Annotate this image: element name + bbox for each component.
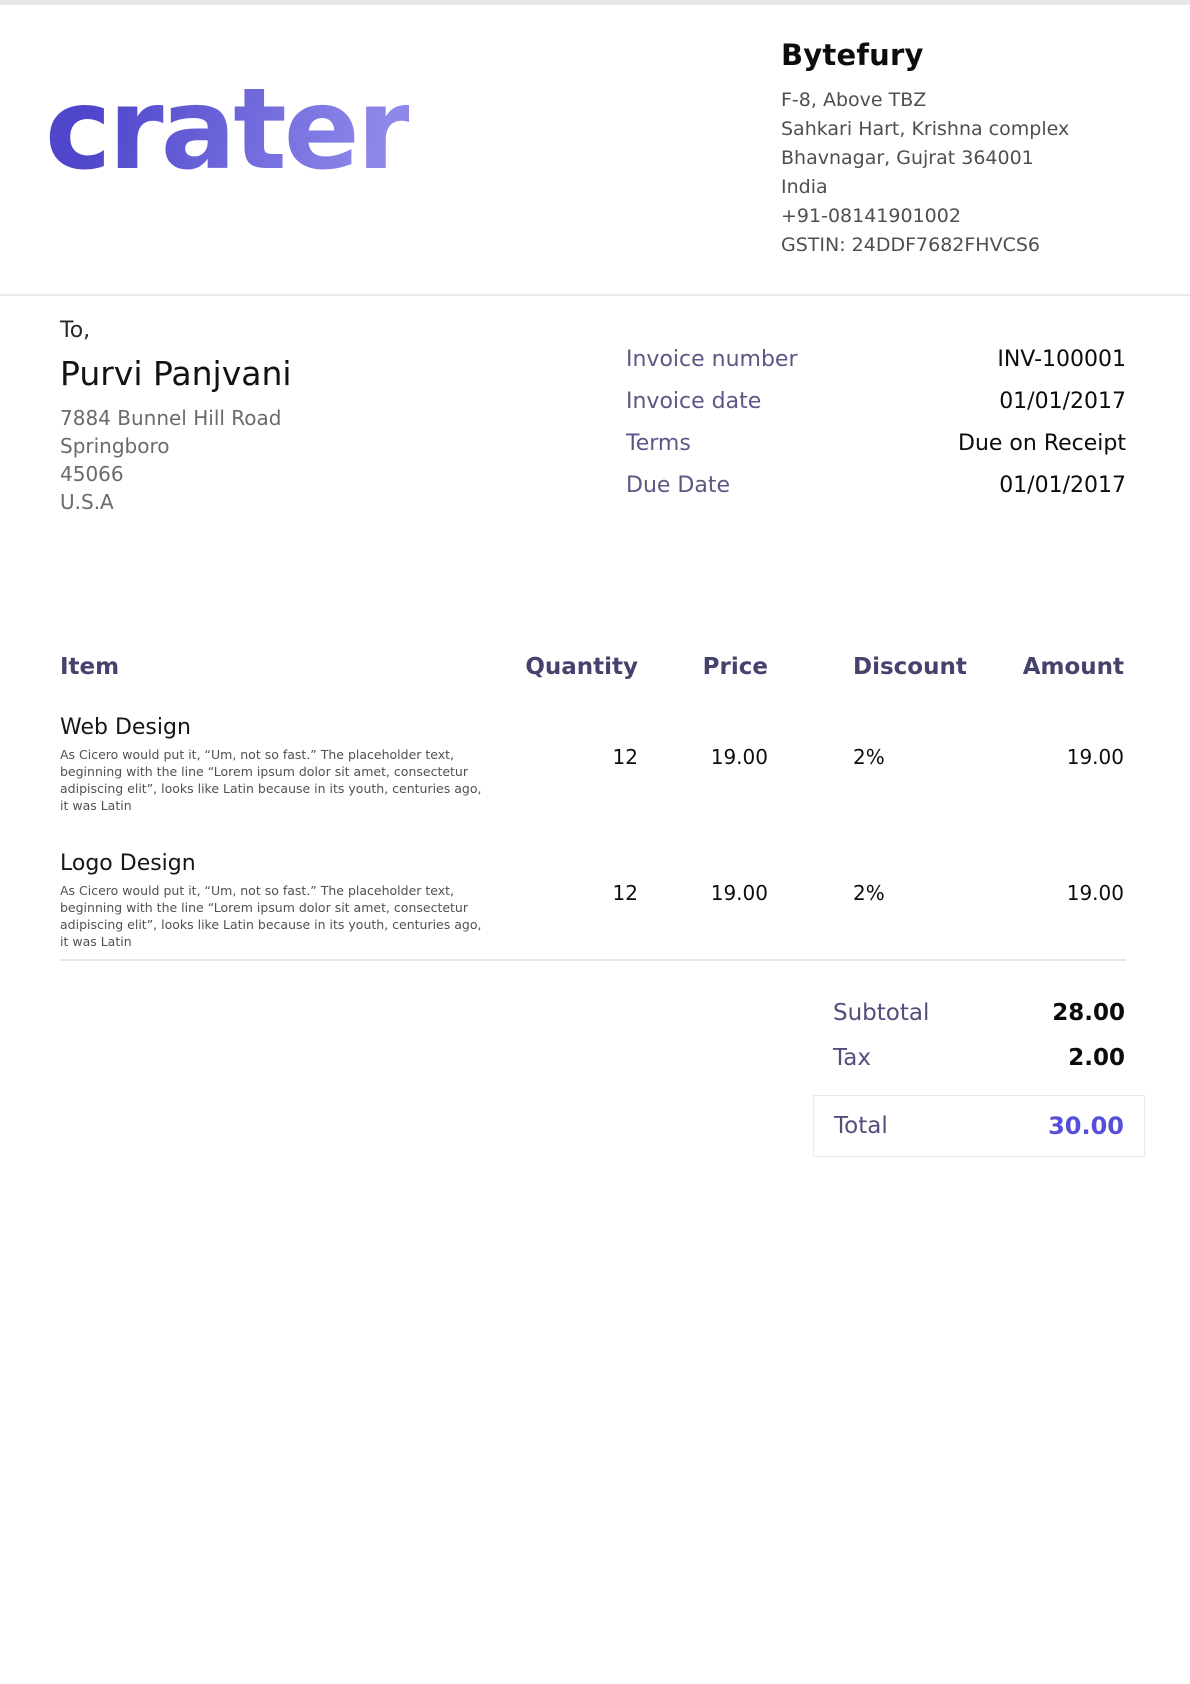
item-name: Logo Design [60, 850, 504, 878]
invoice-date-row: Invoice date 01/01/2017 [626, 380, 1126, 422]
item-description: As Cicero would put it, “Um, not so fast… [60, 882, 482, 950]
invoice-header: crater Bytefury F-8, Above TBZ Sahkari H… [0, 5, 1190, 296]
company-address-line: Bhavnagar, Gujrat 364001 [781, 144, 1126, 173]
billing-section: To, Purvi Panjvani 7884 Bunnel Hill Road… [60, 316, 1126, 516]
company-address-line: F-8, Above TBZ [781, 86, 1126, 115]
invoice-number-value: INV-100001 [997, 347, 1126, 372]
total-value: 30.00 [1048, 1112, 1124, 1140]
column-header-item: Item [60, 652, 504, 682]
totals-section: Subtotal 28.00 Tax 2.00 Total 30.00 [813, 998, 1145, 1157]
item-discount: 2% [768, 714, 973, 814]
tax-value: 2.00 [1068, 1045, 1125, 1071]
customer-address-line: 45066 [60, 460, 480, 488]
company-gstin: GSTIN: 24DDF7682FHVCS6 [781, 231, 1126, 260]
item-description: As Cicero would put it, “Um, not so fast… [60, 746, 482, 814]
due-date-row: Due Date 01/01/2017 [626, 464, 1126, 506]
company-phone: +91-08141901002 [781, 202, 1126, 231]
company-address-line: India [781, 173, 1126, 202]
invoice-body: To, Purvi Panjvani 7884 Bunnel Hill Road… [0, 316, 1190, 1157]
subtotal-label: Subtotal [833, 1000, 929, 1026]
total-box: Total 30.00 [813, 1095, 1145, 1157]
item-quantity: 12 [504, 714, 638, 814]
item-amount: 19.00 [973, 714, 1124, 814]
invoice-date-value: 01/01/2017 [999, 389, 1126, 414]
subtotal-row: Subtotal 28.00 [813, 998, 1145, 1028]
item-price: 19.00 [638, 850, 768, 950]
company-name: Bytefury [781, 38, 1126, 72]
invoice-date-label: Invoice date [626, 389, 761, 414]
terms-value: Due on Receipt [958, 431, 1126, 456]
column-header-price: Price [638, 652, 768, 682]
item-name: Web Design [60, 714, 504, 742]
column-header-quantity: Quantity [504, 652, 638, 682]
table-bottom-divider [60, 959, 1126, 961]
invoice-number-label: Invoice number [626, 347, 798, 372]
bill-to-block: To, Purvi Panjvani 7884 Bunnel Hill Road… [60, 316, 480, 516]
invoice-meta: Invoice number INV-100001 Invoice date 0… [626, 338, 1126, 516]
crater-logo: crater [45, 74, 409, 186]
invoice-page: crater Bytefury F-8, Above TBZ Sahkari H… [0, 0, 1190, 1684]
tax-label: Tax [833, 1045, 871, 1071]
subtotal-value: 28.00 [1052, 1000, 1125, 1026]
to-label: To, [60, 316, 480, 346]
due-date-value: 01/01/2017 [999, 473, 1126, 498]
item-cell: Logo Design As Cicero would put it, “Um,… [60, 850, 504, 950]
items-table: Item Quantity Price Discount Amount Web … [60, 652, 1126, 1157]
item-discount: 2% [768, 850, 973, 950]
table-row: Logo Design As Cicero would put it, “Um,… [60, 850, 1126, 950]
customer-name: Purvi Panjvani [60, 352, 480, 396]
customer-address-line: U.S.A [60, 488, 480, 516]
invoice-number-row: Invoice number INV-100001 [626, 338, 1126, 380]
customer-address-line: Springboro [60, 432, 480, 460]
item-price: 19.00 [638, 714, 768, 814]
customer-address-line: 7884 Bunnel Hill Road [60, 404, 480, 432]
item-cell: Web Design As Cicero would put it, “Um, … [60, 714, 504, 814]
table-row: Web Design As Cicero would put it, “Um, … [60, 714, 1126, 814]
column-header-discount: Discount [768, 652, 973, 682]
tax-row: Tax 2.00 [813, 1043, 1145, 1073]
company-info: Bytefury F-8, Above TBZ Sahkari Hart, Kr… [781, 38, 1126, 260]
total-label: Total [834, 1113, 888, 1139]
due-date-label: Due Date [626, 473, 730, 498]
item-amount: 19.00 [973, 850, 1124, 950]
item-quantity: 12 [504, 850, 638, 950]
column-header-amount: Amount [973, 652, 1124, 682]
terms-label: Terms [626, 431, 691, 456]
company-address-line: Sahkari Hart, Krishna complex [781, 115, 1126, 144]
terms-row: Terms Due on Receipt [626, 422, 1126, 464]
items-table-header: Item Quantity Price Discount Amount [60, 652, 1126, 682]
